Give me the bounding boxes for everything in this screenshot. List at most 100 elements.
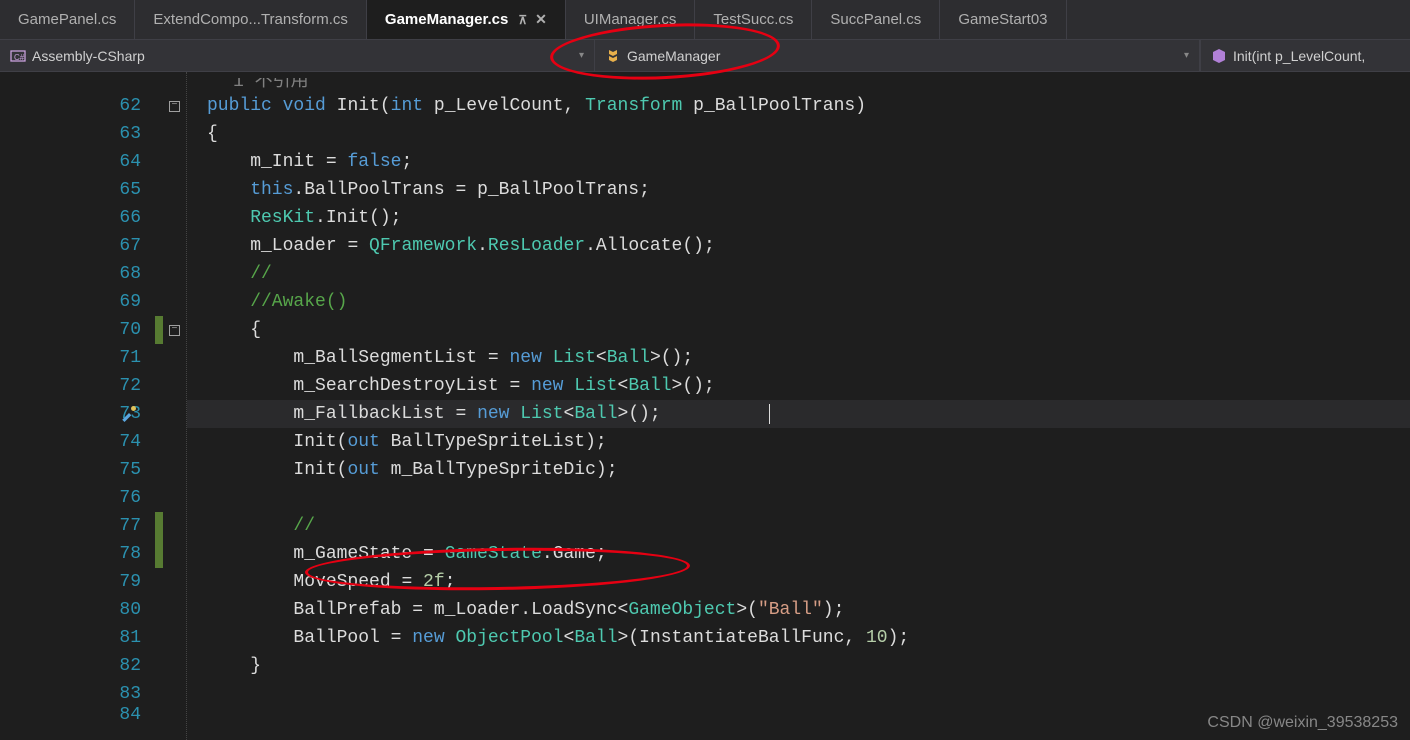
- fold-cell: [163, 680, 186, 708]
- change-marker: [155, 540, 163, 568]
- fold-cell: [163, 288, 186, 316]
- watermark: CSDN @weixin_39538253: [1207, 714, 1398, 732]
- change-marker: [155, 456, 163, 484]
- close-icon[interactable]: ✕: [535, 11, 547, 28]
- code-line[interactable]: {: [187, 120, 1410, 148]
- nav-assembly-label: Assembly-CSharp: [32, 48, 145, 64]
- line-number: 63: [0, 120, 155, 148]
- fold-cell[interactable]: −: [163, 92, 186, 120]
- code-area[interactable]: 1 不引用public void Init(int p_LevelCount, …: [187, 72, 1410, 740]
- fold-cell[interactable]: −: [163, 316, 186, 344]
- code-line[interactable]: MoveSpeed = 2f;: [187, 568, 1410, 596]
- change-marker: [155, 680, 163, 708]
- change-marker: [155, 148, 163, 176]
- tab-label: GamePanel.cs: [18, 11, 116, 28]
- editor[interactable]: 6263646566676869707172737475767778798081…: [0, 72, 1410, 740]
- code-line[interactable]: }: [187, 652, 1410, 680]
- tab-label: UIManager.cs: [584, 11, 677, 28]
- line-number: 64: [0, 148, 155, 176]
- method-icon: [1211, 48, 1227, 64]
- code-line[interactable]: ResKit.Init();: [187, 204, 1410, 232]
- code-line[interactable]: m_Init = false;: [187, 148, 1410, 176]
- fold-cell: [163, 512, 186, 540]
- code-line[interactable]: m_BallSegmentList = new List<Ball>();: [187, 344, 1410, 372]
- fold-cell: [163, 176, 186, 204]
- tab-gamestart[interactable]: GameStart03: [940, 0, 1066, 39]
- text-caret: [769, 404, 770, 424]
- code-line[interactable]: m_FallbackList = new List<Ball>();: [187, 400, 1410, 428]
- tab-label: SuccPanel.cs: [830, 11, 921, 28]
- line-number: 66: [0, 204, 155, 232]
- tab-succpanel[interactable]: SuccPanel.cs: [812, 0, 940, 39]
- change-marker: [155, 344, 163, 372]
- tab-gamemanager[interactable]: GameManager.cs ⊼ ✕: [367, 0, 566, 39]
- pin-icon[interactable]: ⊼: [518, 13, 527, 27]
- line-number-gutter: 6263646566676869707172737475767778798081…: [0, 72, 155, 740]
- csharp-project-icon: C#: [10, 48, 26, 64]
- change-marker: [155, 596, 163, 624]
- fold-cell: [163, 596, 186, 624]
- line-number: 68: [0, 260, 155, 288]
- line-number: 72: [0, 372, 155, 400]
- code-line[interactable]: public void Init(int p_LevelCount, Trans…: [187, 92, 1410, 120]
- tab-uimanager[interactable]: UIManager.cs: [566, 0, 696, 39]
- change-marker: [155, 372, 163, 400]
- fold-cell: [163, 708, 186, 722]
- tab-gamepanel[interactable]: GamePanel.cs: [0, 0, 135, 39]
- tab-label: ExtendCompo...Transform.cs: [153, 11, 348, 28]
- fold-cell: [163, 568, 186, 596]
- fold-toggle-icon[interactable]: −: [169, 325, 180, 336]
- svg-text:C#: C#: [14, 53, 25, 62]
- code-line[interactable]: m_GameState = GameState.Game;: [187, 540, 1410, 568]
- code-line[interactable]: BallPrefab = m_Loader.LoadSync<GameObjec…: [187, 596, 1410, 624]
- fold-cell: [163, 120, 186, 148]
- code-line[interactable]: BallPool = new ObjectPool<Ball>(Instanti…: [187, 624, 1410, 652]
- change-indicator-column: [155, 72, 163, 740]
- fold-cell: [163, 400, 186, 428]
- nav-assembly[interactable]: C# Assembly-CSharp ▾: [0, 40, 595, 71]
- fold-cell: [163, 428, 186, 456]
- code-line[interactable]: this.BallPoolTrans = p_BallPoolTrans;: [187, 176, 1410, 204]
- line-number: 75: [0, 456, 155, 484]
- fold-cell: [163, 232, 186, 260]
- code-line[interactable]: [187, 484, 1410, 512]
- line-number: 74: [0, 428, 155, 456]
- code-line[interactable]: {: [187, 316, 1410, 344]
- screwdriver-icon[interactable]: [120, 404, 138, 428]
- class-icon: [605, 48, 621, 64]
- line-number: 70: [0, 316, 155, 344]
- fold-cell: [163, 148, 186, 176]
- code-line[interactable]: //: [187, 512, 1410, 540]
- chevron-down-icon: ▾: [569, 50, 584, 61]
- line-number: 84: [0, 708, 155, 722]
- code-line[interactable]: m_Loader = QFramework.ResLoader.Allocate…: [187, 232, 1410, 260]
- change-marker: [155, 484, 163, 512]
- tab-label: GameManager.cs: [385, 11, 508, 28]
- tab-extendcompo[interactable]: ExtendCompo...Transform.cs: [135, 0, 367, 39]
- code-line[interactable]: m_SearchDestroyList = new List<Ball>();: [187, 372, 1410, 400]
- change-marker: [155, 316, 163, 344]
- line-number: 62: [0, 92, 155, 120]
- code-line[interactable]: //: [187, 260, 1410, 288]
- fold-cell: [163, 78, 186, 92]
- fold-cell: [163, 540, 186, 568]
- line-number: 76: [0, 484, 155, 512]
- line-number: 67: [0, 232, 155, 260]
- change-marker: [155, 652, 163, 680]
- tab-testsucc[interactable]: TestSucc.cs: [695, 0, 812, 39]
- nav-class-label: GameManager: [627, 48, 720, 64]
- change-marker: [155, 92, 163, 120]
- code-line[interactable]: Init(out m_BallTypeSpriteDic);: [187, 456, 1410, 484]
- chevron-down-icon: ▾: [1174, 50, 1189, 61]
- nav-method[interactable]: Init(int p_LevelCount,: [1200, 40, 1410, 71]
- folding-column: −−: [163, 72, 187, 740]
- code-line[interactable]: Init(out BallTypeSpriteList);: [187, 428, 1410, 456]
- line-number: 81: [0, 624, 155, 652]
- fold-toggle-icon[interactable]: −: [169, 101, 180, 112]
- code-line[interactable]: [187, 680, 1410, 708]
- line-number: 78: [0, 540, 155, 568]
- fold-cell: [163, 204, 186, 232]
- nav-class[interactable]: GameManager ▾: [595, 40, 1200, 71]
- code-line[interactable]: 1 不引用: [187, 78, 1410, 92]
- code-line[interactable]: //Awake(): [187, 288, 1410, 316]
